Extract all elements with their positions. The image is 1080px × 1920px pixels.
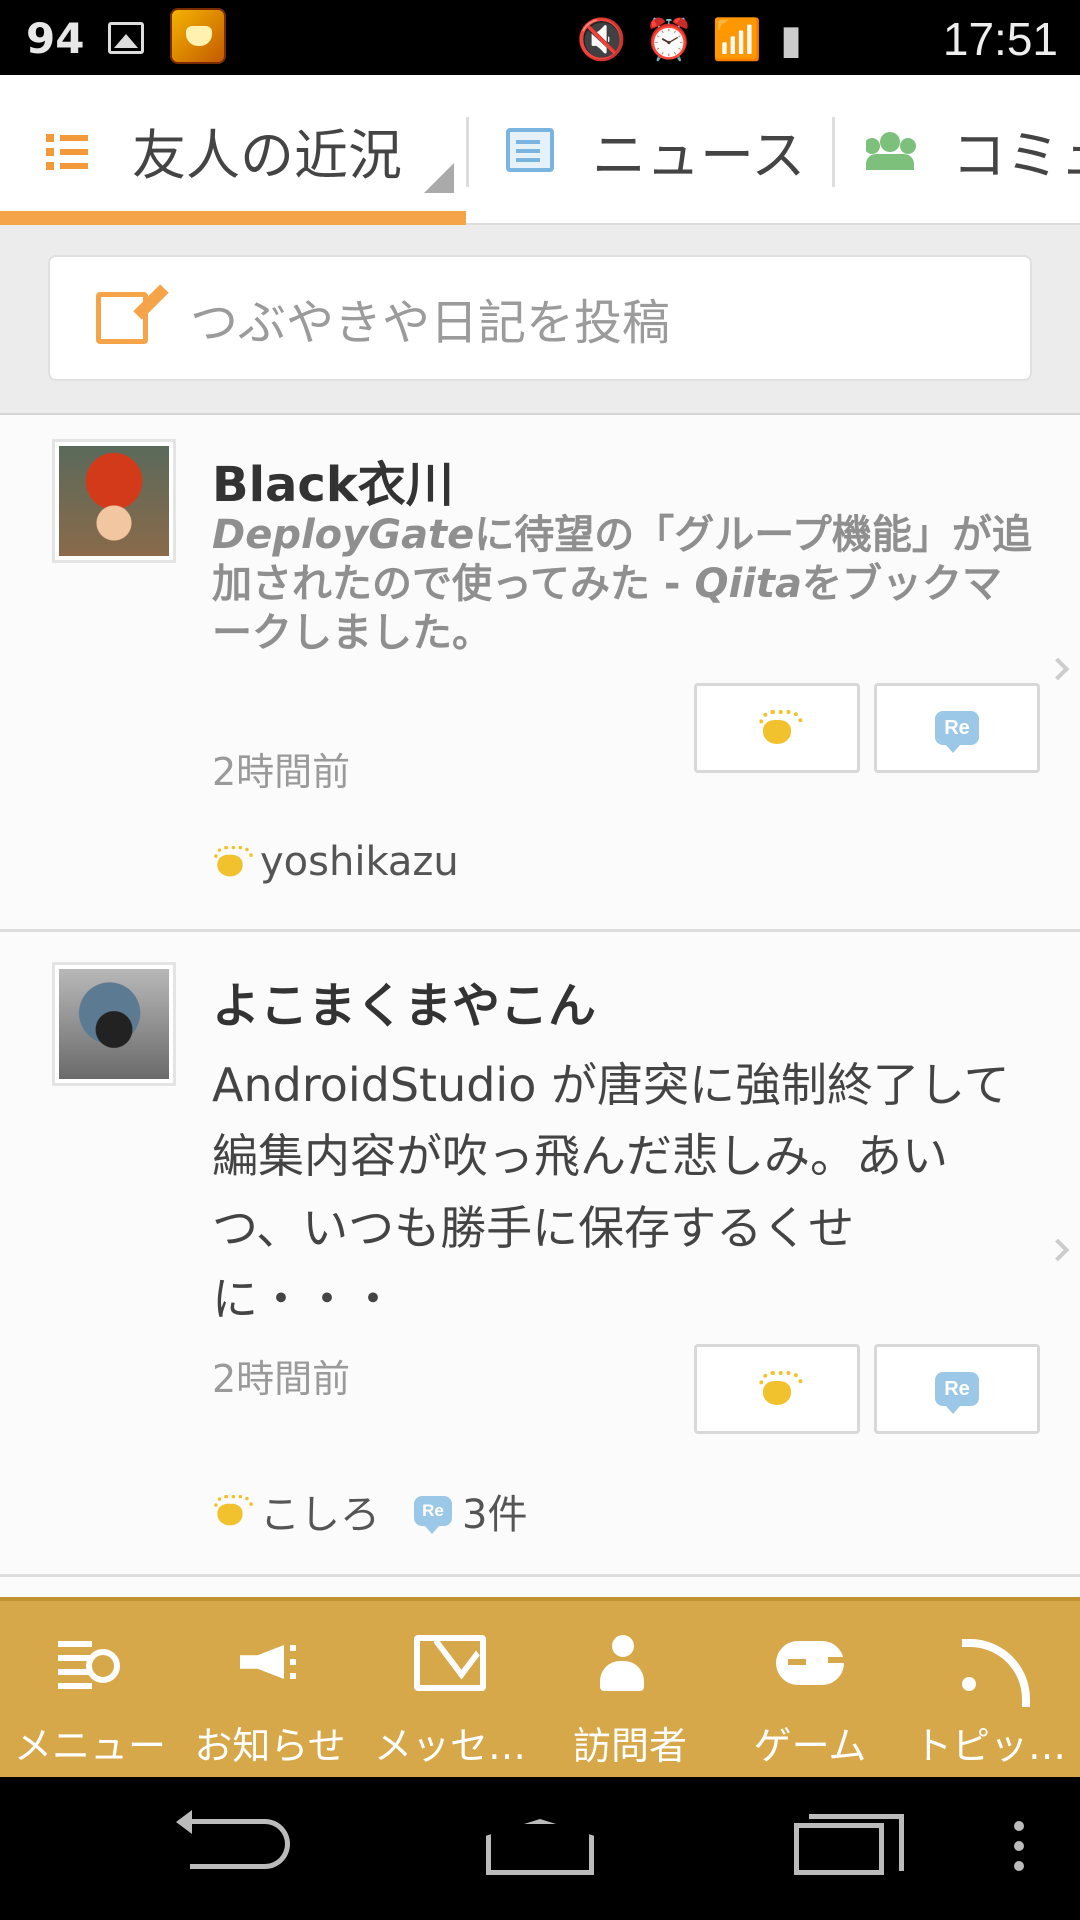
tab-label: ニュース (592, 123, 806, 187)
like-icon (212, 845, 254, 878)
nav-menu[interactable]: メニュー (0, 1601, 180, 1777)
nav-label: お知らせ (194, 1724, 346, 1768)
nav-label: ゲーム (753, 1724, 867, 1768)
edit-icon (96, 292, 148, 344)
link-text[interactable]: Qiita (694, 561, 802, 607)
reply-icon: Re (414, 1496, 452, 1534)
author-name[interactable]: よこまくまやこん (212, 966, 596, 1036)
image-icon (108, 22, 144, 54)
like-icon (757, 710, 803, 746)
compose-placeholder: つぶやきや日記を投稿 (190, 295, 671, 351)
gamepad-icon (774, 1635, 846, 1691)
bottom-navigation: メニュー お知らせ メッセ… 訪問者 ゲーム トピッ… (0, 1597, 1080, 1777)
feed-item[interactable]: よこまくまやこん AndroidStudio が唐突に強制終了して編集内容が吹っ… (0, 932, 1080, 1577)
tab-news[interactable]: ニュース (506, 75, 806, 225)
comment-count: 3件 (462, 1492, 528, 1538)
avatar[interactable] (52, 962, 176, 1086)
tab-label: 友人の近況 (132, 123, 402, 187)
tab-friends-updates[interactable]: 友人の近況 (46, 75, 466, 225)
overflow-menu-icon[interactable] (1014, 1821, 1024, 1831)
home-icon[interactable] (486, 1819, 594, 1875)
news-icon (506, 128, 554, 172)
reply-icon: Re (935, 1372, 979, 1414)
nav-notifications[interactable]: お知らせ (180, 1601, 360, 1777)
reply-icon: Re (935, 711, 979, 753)
nav-label: 訪問者 (572, 1724, 687, 1768)
dropdown-corner-icon[interactable] (424, 163, 454, 193)
liked-by: yoshikazu (260, 839, 459, 885)
system-status-icons: 🔇⏰📶▮ (576, 17, 820, 63)
list-icon (46, 128, 94, 172)
like-button[interactable] (694, 683, 860, 773)
like-button[interactable] (694, 1344, 860, 1434)
liked-by: こしろ (260, 1492, 380, 1538)
tab-community[interactable]: コミュ (866, 75, 1080, 225)
reply-button[interactable]: Re (874, 683, 1040, 773)
battery-level: 94 (26, 14, 85, 63)
tab-bar: 友人の近況 ニュース コミュ (0, 75, 1080, 225)
nav-topics[interactable]: トピッ… (900, 1601, 1080, 1777)
like-icon (212, 1494, 254, 1527)
feed-item[interactable]: Black衣川 DeployGateに待望の「グループ機能」が追加されたので使っ… (0, 415, 1080, 932)
nav-label: トピッ… (913, 1724, 1066, 1768)
avatar[interactable] (52, 439, 176, 563)
link-text[interactable]: DeployGate (212, 512, 474, 558)
status-bar: 94 🔇⏰📶▮ 17:51 (0, 0, 1080, 75)
reaction-summary[interactable]: こしろ Re 3件 (210, 1482, 527, 1540)
nav-label: メッセ… (373, 1724, 526, 1768)
chevron-right-icon[interactable] (1046, 1238, 1070, 1262)
nav-messages[interactable]: メッセ… (360, 1601, 540, 1777)
system-navigation-bar (0, 1777, 1080, 1920)
clock: 17:51 (942, 13, 1058, 65)
reaction-summary[interactable]: yoshikazu (210, 839, 459, 885)
nav-label: メニュー (13, 1724, 166, 1768)
active-tab-indicator (0, 211, 466, 225)
like-icon (757, 1371, 803, 1407)
avatar-image (59, 446, 169, 556)
visitor-icon (594, 1635, 666, 1691)
divider (466, 117, 469, 187)
post-body: DeployGateに待望の「グループ機能」が追加されたので使ってみた - Qi… (212, 511, 1032, 657)
chevron-right-icon[interactable] (1046, 657, 1070, 681)
nav-games[interactable]: ゲーム (720, 1601, 900, 1777)
megaphone-icon (234, 1635, 306, 1691)
reply-button[interactable]: Re (874, 1344, 1040, 1434)
divider (832, 117, 835, 187)
compose-input[interactable]: つぶやきや日記を投稿 (48, 255, 1032, 381)
app-icon (170, 8, 226, 64)
group-icon (866, 128, 914, 172)
avatar-image (59, 969, 169, 1079)
mail-icon (414, 1635, 486, 1691)
timestamp: 2時間前 (212, 1357, 351, 1401)
nav-visitors[interactable]: 訪問者 (540, 1601, 720, 1777)
recent-apps-icon[interactable] (794, 1814, 904, 1875)
tab-label: コミュ (952, 123, 1080, 187)
timestamp: 2時間前 (212, 750, 351, 794)
compose-area: つぶやきや日記を投稿 (0, 225, 1080, 415)
rss-icon (954, 1635, 1030, 1707)
post-body: AndroidStudio が唐突に強制終了して編集内容が吹っ飛んだ悲しみ。あい… (212, 1058, 1010, 1326)
author-name[interactable]: Black衣川 (212, 445, 454, 515)
menu-search-icon (54, 1635, 126, 1691)
back-icon[interactable] (176, 1810, 290, 1869)
